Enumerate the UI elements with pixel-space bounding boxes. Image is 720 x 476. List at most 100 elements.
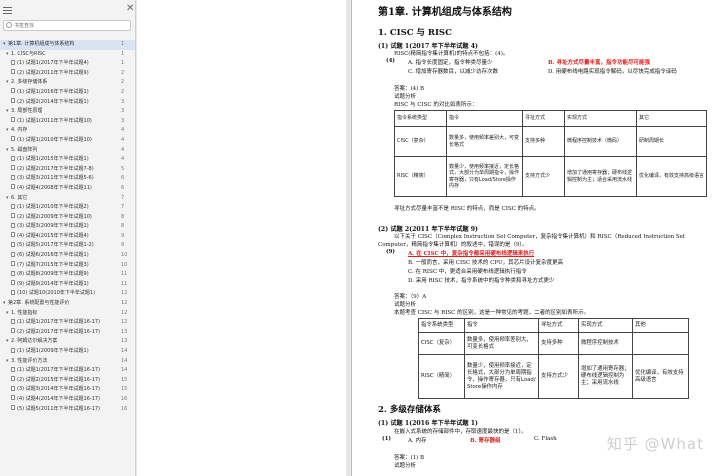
bookmark-page-icon [11, 366, 15, 372]
bookmark-item[interactable]: (2) 试题2(2015年下半年试题16-17) 15 [0, 376, 135, 386]
table-cell: 指令系统类型 [418, 318, 465, 333]
bookmark-label: (1) 试题1(2017年下半年试题16-17) [11, 366, 100, 376]
bookmark-label: (9) 试题9(2014年下半年试题1) [11, 280, 89, 290]
bookmark-page-number: 13 [121, 328, 128, 335]
bookmark-item[interactable]: (1) 试题1(2010年下半年试题10) 4 [0, 136, 135, 146]
bookmark-page-icon [11, 165, 15, 171]
bookmark-page-icon [11, 318, 15, 324]
table-cell: 数量少，使用频率接近，定长格式，大部分为单周期指令，操作寄存器，只有Load/S… [446, 156, 523, 197]
bookmark-text: (9) 试题9(2014年下半年试题1) [17, 280, 89, 287]
table-cell: 数量多，使用频率差别大，可变长格式 [446, 126, 523, 157]
bookmark-text: (4) 试题4(2014年下半年试题16-17) [17, 395, 101, 402]
bookmark-label: ▾ 第2章. 系统配置与性能评价 [3, 299, 69, 309]
table-row: RISC（精简） 数量少，使用频率接近，定长格式，大部分为单周期指令，操作寄存器，… [394, 156, 707, 197]
bookmark-item[interactable]: ▾ 3. 性能评价方法 14 [0, 357, 135, 367]
bookmark-text: (2) 试题2(2011年下半年试题9) [17, 69, 89, 76]
bookmark-item[interactable]: ▾ 3. 局部性原理 3 [0, 107, 135, 117]
bookmark-item[interactable]: (8) 试题8(2009年下半年试题9) 11 [0, 270, 135, 280]
bookmark-item[interactable]: (1) 试题1(2009年下半年试题1) 14 [0, 347, 135, 357]
bookmark-text: (1) 试题1(2011年下半年试题10) [17, 117, 92, 124]
bookmark-page-number: 11 [121, 280, 128, 287]
bookmark-page-icon [11, 405, 15, 411]
bookmark-item[interactable]: ▾ 2. 阿姆达尔解决方案 13 [0, 337, 135, 347]
bookmark-item[interactable]: ▾ 第2章. 系统配置与性能评价 12 [0, 299, 135, 309]
bookmark-page-icon [11, 376, 15, 382]
bookmark-item[interactable]: (4) 试题4(2014年下半年试题16-17) 16 [0, 395, 135, 405]
bookmark-item[interactable]: (1) 试题1(2011年下半年试题10) 3 [0, 117, 135, 127]
bookmark-text: 1. CISC与RISC [11, 50, 46, 57]
table-cell: 寻址方式 [538, 318, 579, 333]
bookmark-item[interactable]: (1) 试题1(2017年下半年试题4) 1 [0, 59, 135, 69]
bookmark-item[interactable]: (5) 试题5(2011年下半年试题16-17) 16 [0, 405, 135, 415]
question-3-stem: 在嵌入式系统的存储部件中，存取速度最快的是（1）。 [394, 429, 527, 435]
bookmark-item[interactable]: (1) 试题1(2017年下半年试题16-17) 14 [0, 366, 135, 376]
bookmark-item[interactable]: (3) 试题3(2014年下半年试题16-17) 15 [0, 385, 135, 395]
bookmark-text: (1) 试题1(2009年下半年试题1) [17, 348, 89, 354]
bookmark-item[interactable]: (2) 试题2(2017年下半年试题7-8) 5 [0, 165, 135, 175]
bookmark-item[interactable]: (3) 试题3(2009年下半年试题1) 8 [0, 222, 135, 232]
bookmark-text: (10) 试题10(2010年下半年试题1) [17, 290, 96, 297]
bookmark-text: (2) 试题2(2014年下半年试题1) [17, 98, 89, 105]
bookmark-item[interactable]: (2) 试题2(2017年下半年试题16-17) 13 [0, 328, 135, 338]
cisc-risc-table-2: 指令系统类型 指令 寻址方式 实现方式 其他 CISC（复杂） 数量多，使用频率差别大，可变… [418, 318, 689, 399]
bookmark-item[interactable]: ▾ 第1章. 计算机组成与体系结构 1 [0, 40, 135, 50]
bookmark-page-icon [11, 328, 15, 334]
bookmark-page-number: 12 [121, 309, 128, 316]
bookmark-tree: ▾ 第1章. 计算机组成与体系结构 1 ▾ 1. CISC与RISC 1 (1) 试题1(2… [0, 40, 135, 415]
bookmark-item[interactable]: ▾ 1. 性能指标 12 [0, 309, 135, 319]
table-cell: 指令 [464, 318, 539, 333]
bookmark-item[interactable]: ▾ 4. 内存 4 [0, 126, 135, 136]
bookmark-text: 2. 阿姆达尔解决方案 [11, 338, 58, 345]
bookmark-text: 5. 磁盘阵列 [11, 146, 38, 153]
table-cell: 其他 [632, 318, 689, 333]
bookmark-text: (4) 试题4(2015年下半年试题4) [17, 232, 89, 239]
menu-icon[interactable] [3, 7, 12, 14]
bookmark-item[interactable]: (6) 试题6(2016年下半年试题1) 10 [0, 251, 135, 261]
bookmark-text: (4) 试题4(2008年下半年试题11) [17, 184, 92, 191]
bookmark-item[interactable]: (4) 试题4(2015年下半年试题4) 9 [0, 232, 135, 242]
bookmark-text: (2) 试题2(2017年下半年试题16-17) [17, 328, 101, 335]
bookmark-item[interactable]: (1) 试题1(2017年下半年试题16-17) 12 [0, 318, 135, 328]
bookmark-label: (5) 试题5(2017年下半年试题1-2) [11, 241, 94, 251]
bookmark-text: (5) 试题5(2017年下半年试题1-2) [17, 242, 94, 249]
bookmark-label: (2) 试题2(2011年下半年试题9) [11, 69, 89, 79]
search-icon [6, 22, 12, 28]
bookmark-item[interactable]: ▾ 6. 其它 7 [0, 194, 135, 204]
question-2-blank: (9) [386, 249, 396, 255]
bookmark-item[interactable]: (10) 试题10(2010年下半年试题1) 12 [0, 289, 135, 299]
bookmark-label: (6) 试题6(2016年下半年试题1) [11, 251, 89, 261]
bookmark-item[interactable]: ▾ 5. 磁盘阵列 4 [0, 146, 135, 156]
bookmark-item[interactable]: ▾ 2. 多级存储体系 2 [0, 78, 135, 88]
bookmark-label: (1) 试题1(2017年下半年试题16-17) [11, 318, 100, 328]
bookmark-search-input[interactable] [14, 21, 129, 30]
question-2-option-b: B. 一般而言，采用 CISC 技术的 CPU，其芯片设计复杂度更高 [408, 260, 564, 266]
bookmark-item[interactable]: (2) 试题2(2014年下半年试题1) 3 [0, 98, 135, 108]
chapter-title: 第1章. 计算机组成与体系结构 [378, 7, 512, 18]
bookmark-page-number: 8 [121, 223, 125, 230]
bookmark-item[interactable]: (3) 试题3(2011年下半年试题5-6) 6 [0, 174, 135, 184]
bookmark-item[interactable]: (5) 试题5(2017年下半年试题1-2) 9 [0, 241, 135, 251]
table-cell: 指令 [446, 110, 523, 127]
bookmark-item[interactable]: (7) 试题7(2015年下半年试题3) 10 [0, 261, 135, 271]
bookmark-item[interactable]: (4) 试题4(2008年下半年试题11) 6 [0, 184, 135, 194]
bookmark-page-number: 7 [121, 204, 125, 211]
bookmark-label: (7) 试题7(2015年下半年试题3) [11, 261, 89, 271]
bookmark-item[interactable]: (1) 试题1(2015年下半年试题1) 4 [0, 155, 135, 165]
bookmark-item[interactable]: ▾ 1. CISC与RISC 1 [0, 50, 135, 60]
bookmark-label: (10) 试题10(2010年下半年试题1) [11, 289, 95, 299]
table-cell: 支持方式少 [522, 156, 565, 197]
bookmark-search[interactable] [3, 20, 131, 31]
bookmark-label: (5) 试题5(2011年下半年试题16-17) [11, 405, 100, 415]
close-icon[interactable]: ✕ [126, 4, 134, 14]
bookmark-page-icon [11, 241, 15, 247]
question-1-note: 寻址方式尽量丰富不是 RISC 的特点，而是 CISC 的特点。 [394, 206, 540, 212]
bookmark-item[interactable]: (9) 试题9(2014年下半年试题1) 11 [0, 280, 135, 290]
bookmark-page-number: 9 [121, 232, 125, 239]
question-2-option-d: D. 采用 RISC 技术，指令系统中的指令种类和寻址方式更少 [408, 278, 555, 284]
bookmark-text: 3. 性能评价方法 [11, 357, 48, 364]
bookmark-item[interactable]: (1) 试题1(2016年下半年试题1) 2 [0, 88, 135, 98]
bookmark-item[interactable]: (2) 试题2(2009年下半年试题10) 8 [0, 213, 135, 223]
bookmark-item[interactable]: (1) 试题1(2010年下半年试题2) 7 [0, 203, 135, 213]
bookmark-item[interactable]: (2) 试题2(2011年下半年试题9) 2 [0, 69, 135, 79]
bookmark-text: (7) 试题7(2015年下半年试题3) [17, 261, 89, 268]
